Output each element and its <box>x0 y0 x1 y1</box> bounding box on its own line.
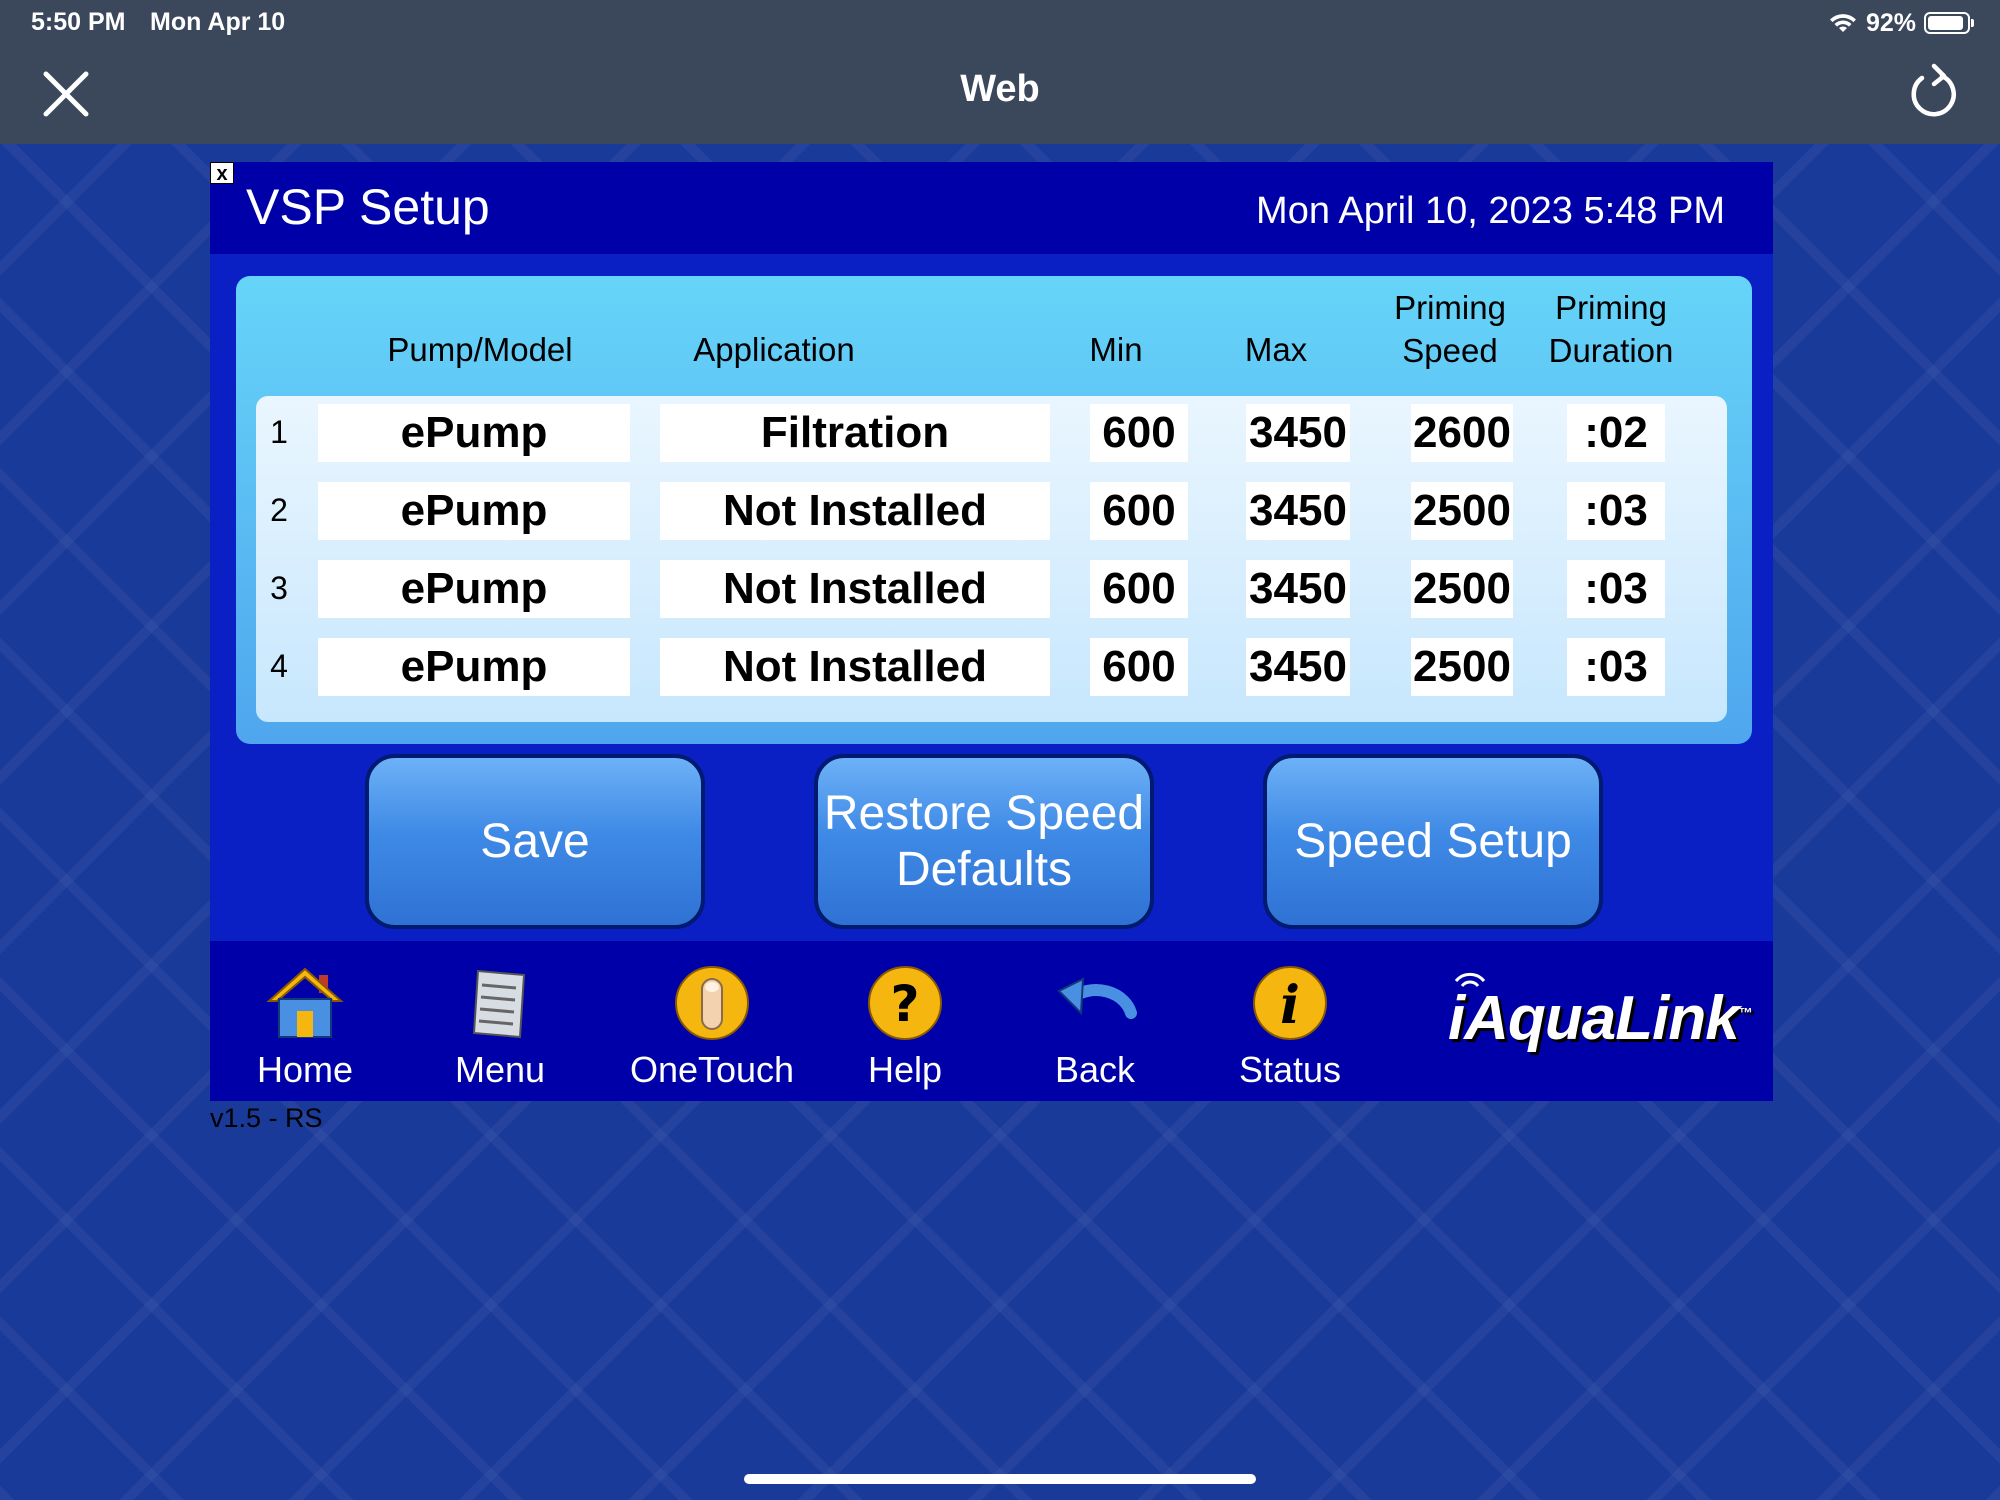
priming-speed-cell[interactable]: 2600 <box>1411 404 1513 462</box>
speed-setup-button[interactable]: Speed Setup <box>1263 754 1603 929</box>
nav-menu[interactable]: Menu <box>425 941 575 1101</box>
min-speed-cell[interactable]: 600 <box>1090 560 1188 618</box>
help-icon: ? <box>868 966 942 1040</box>
max-speed-cell[interactable]: 3450 <box>1246 638 1350 696</box>
application-cell[interactable]: Not Installed <box>660 560 1050 618</box>
restore-speed-defaults-button[interactable]: Restore Speed Defaults <box>814 754 1154 929</box>
nav-status[interactable]: i Status <box>1215 941 1365 1101</box>
nav-help-label: Help <box>867 1049 943 1090</box>
max-speed-cell[interactable]: 3450 <box>1246 482 1350 540</box>
table-row: 3 ePump Not Installed 600 3450 2500 :03 <box>256 556 1727 618</box>
column-header-pump: Pump/Model <box>387 331 573 368</box>
save-button[interactable]: Save <box>365 754 705 929</box>
application-cell[interactable]: Filtration <box>660 404 1050 462</box>
status-indicators: 92% <box>1828 8 1974 38</box>
footer-nav: Home Menu OneTouch ? Help Back i Status … <box>210 941 1773 1101</box>
iaqualink-logo: iAquaLink™ <box>1448 983 1753 1054</box>
menu-icon <box>472 969 526 1039</box>
status-date: Mon Apr 10 <box>150 8 286 36</box>
column-header-priming-speed-line1: Priming <box>1394 289 1506 326</box>
pump-model-cell[interactable]: ePump <box>318 560 630 618</box>
restore-button-line2: Defaults <box>895 842 1073 896</box>
table-row: 1 ePump Filtration 600 3450 2600 :02 <box>256 400 1727 462</box>
nav-onetouch[interactable]: OneTouch <box>622 941 802 1101</box>
status-time: 5:50 PM <box>31 8 126 36</box>
nav-menu-label: Menu <box>454 1049 546 1090</box>
max-speed-cell[interactable]: 3450 <box>1246 560 1350 618</box>
table-row: 4 ePump Not Installed 600 3450 2500 :03 <box>256 634 1727 696</box>
page-title: VSP Setup <box>246 179 490 235</box>
row-number: 4 <box>270 648 288 684</box>
panel-close-button[interactable]: x <box>210 162 234 185</box>
column-header-priming-duration-line1: Priming <box>1555 289 1667 326</box>
column-header-priming-duration: Priming Duration <box>1531 286 1691 372</box>
home-indicator[interactable] <box>744 1474 1256 1484</box>
min-speed-cell[interactable]: 600 <box>1090 482 1188 540</box>
priming-speed-cell[interactable]: 2500 <box>1411 482 1513 540</box>
column-header-priming-speed-line2: Speed <box>1402 332 1498 369</box>
priming-duration-cell[interactable]: :02 <box>1567 404 1665 462</box>
battery-icon <box>1924 12 1974 34</box>
version-label: v1.5 - RS <box>210 1103 323 1133</box>
nav-status-label: Status <box>1238 1049 1342 1090</box>
priming-speed-cell[interactable]: 2500 <box>1411 560 1513 618</box>
status-icon: i <box>1253 966 1327 1040</box>
onetouch-icon <box>675 966 749 1040</box>
pump-model-cell[interactable]: ePump <box>318 638 630 696</box>
nav-onetouch-label: OneTouch <box>629 1049 795 1090</box>
column-header-priming-speed: Priming Speed <box>1380 286 1520 372</box>
logo-tm: ™ <box>1738 1004 1753 1021</box>
svg-text:?: ? <box>890 975 919 1033</box>
nav-home-label: Home <box>256 1049 354 1090</box>
priming-speed-cell[interactable]: 2500 <box>1411 638 1513 696</box>
svg-text:i: i <box>1280 975 1300 1036</box>
column-header-priming-duration-line2: Duration <box>1548 332 1674 369</box>
priming-duration-cell[interactable]: :03 <box>1567 482 1665 540</box>
nav-title: Web <box>960 68 1040 110</box>
reload-icon[interactable] <box>1906 62 1962 122</box>
priming-duration-cell[interactable]: :03 <box>1567 560 1665 618</box>
panel-datetime: Mon April 10, 2023 5:48 PM <box>1256 190 1725 232</box>
column-header-application: Application <box>693 331 855 368</box>
table-row: 2 ePump Not Installed 600 3450 2500 :03 <box>256 478 1727 540</box>
row-number: 2 <box>270 492 288 528</box>
nav-back-label: Back <box>1054 1049 1136 1090</box>
min-speed-cell[interactable]: 600 <box>1090 404 1188 462</box>
column-header-min: Min <box>1089 331 1143 368</box>
wifi-icon <box>1829 14 1856 32</box>
ios-top-bar: 5:50 PM Mon Apr 10 92% Web <box>0 0 2000 144</box>
application-cell[interactable]: Not Installed <box>660 638 1050 696</box>
nav-help[interactable]: ? Help <box>830 941 980 1101</box>
row-number: 1 <box>270 414 288 450</box>
pump-model-cell[interactable]: ePump <box>318 404 630 462</box>
battery-percent: 92% <box>1865 8 1916 37</box>
vsp-setup-panel: x VSP Setup Mon April 10, 2023 5:48 PM P… <box>210 162 1773 1101</box>
panel-header: x VSP Setup Mon April 10, 2023 5:48 PM <box>210 162 1773 254</box>
priming-duration-cell[interactable]: :03 <box>1567 638 1665 696</box>
restore-button-line1: Restore Speed <box>823 786 1145 840</box>
nav-back[interactable]: Back <box>1020 941 1170 1101</box>
column-header-max: Max <box>1244 331 1308 368</box>
max-speed-cell[interactable]: 3450 <box>1246 404 1350 462</box>
home-icon <box>266 967 344 1038</box>
min-speed-cell[interactable]: 600 <box>1090 638 1188 696</box>
row-number: 3 <box>270 570 288 606</box>
table-body: 1 ePump Filtration 600 3450 2600 :02 2 e… <box>256 396 1727 722</box>
nav-home[interactable]: Home <box>230 941 380 1101</box>
pump-model-cell[interactable]: ePump <box>318 482 630 540</box>
logo-text: iAquaLink <box>1448 984 1740 1053</box>
application-cell[interactable]: Not Installed <box>660 482 1050 540</box>
pump-table: Pump/Model Application Min Max Priming S… <box>236 276 1752 744</box>
back-icon <box>1057 977 1137 1019</box>
